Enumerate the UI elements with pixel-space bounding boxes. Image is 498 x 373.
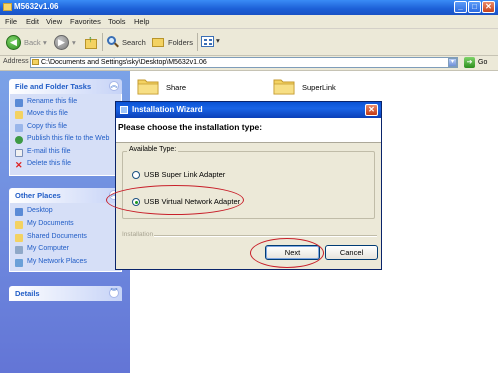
folder-label: Share bbox=[166, 83, 187, 92]
folder-icon bbox=[32, 59, 39, 65]
dialog-titlebar: Installation Wizard ✕ bbox=[116, 102, 381, 118]
go-button[interactable]: Go bbox=[478, 59, 487, 66]
folder-label: SuperLink bbox=[302, 83, 336, 92]
menu-help[interactable]: Help bbox=[134, 17, 149, 26]
shared-documents-icon bbox=[15, 234, 23, 242]
details-header[interactable]: Details ︾ bbox=[9, 286, 122, 301]
radio-super-link[interactable] bbox=[132, 171, 140, 179]
collapse-chevron-icon[interactable]: ︽ bbox=[109, 81, 119, 91]
installation-label: Installation bbox=[122, 231, 154, 238]
menubar: File Edit View Favorites Tools Help bbox=[0, 15, 498, 29]
back-label: Back bbox=[24, 38, 41, 47]
forward-arrow-icon: ▶ bbox=[58, 37, 65, 47]
other-places-header[interactable]: Other Places ︽ bbox=[9, 188, 122, 203]
rename-icon bbox=[15, 99, 23, 107]
folder-icon bbox=[137, 79, 159, 95]
file-folder-tasks-header[interactable]: File and Folder Tasks ︽ bbox=[9, 79, 122, 94]
annotation-ellipse-next bbox=[250, 238, 324, 268]
other-places-title: Other Places bbox=[15, 191, 61, 200]
email-icon bbox=[15, 149, 23, 157]
address-dropdown-icon[interactable]: ▾ bbox=[448, 58, 457, 67]
annotation-ellipse-option bbox=[106, 185, 244, 215]
folder-superlink[interactable]: SuperLink bbox=[273, 77, 353, 99]
installation-divider bbox=[154, 235, 377, 237]
menu-edit[interactable]: Edit bbox=[26, 17, 39, 26]
search-label: Search bbox=[122, 38, 146, 47]
go-arrow-icon[interactable]: ➔ bbox=[464, 57, 475, 68]
wizard-icon bbox=[120, 106, 128, 114]
back-button[interactable]: ◀ bbox=[6, 35, 21, 50]
close-button[interactable]: ✕ bbox=[482, 1, 495, 13]
my-computer-icon bbox=[15, 246, 23, 254]
folders-button[interactable]: Folders bbox=[151, 34, 195, 50]
folder-icon bbox=[273, 79, 295, 95]
option-super-link-label[interactable]: USB Super Link Adapter bbox=[144, 170, 225, 179]
address-label: Address bbox=[3, 58, 29, 65]
minimize-button[interactable]: _ bbox=[454, 1, 467, 13]
cancel-button[interactable]: Cancel bbox=[325, 245, 378, 260]
publish-icon bbox=[15, 136, 23, 144]
details-title: Details bbox=[15, 289, 40, 298]
maximize-button[interactable]: □ bbox=[468, 1, 481, 13]
folder-icon bbox=[3, 3, 12, 11]
menu-view[interactable]: View bbox=[46, 17, 62, 26]
copy-icon bbox=[15, 124, 23, 132]
toolbar-separator bbox=[197, 33, 198, 51]
up-folder-button[interactable]: ↑ bbox=[84, 34, 98, 50]
dialog-close-button[interactable]: ✕ bbox=[365, 104, 378, 116]
menu-favorites[interactable]: Favorites bbox=[70, 17, 101, 26]
expand-chevron-icon[interactable]: ︾ bbox=[109, 288, 119, 298]
address-value: C:\Documents and Settings\sky\Desktop\M5… bbox=[41, 59, 207, 66]
delete-icon: ✕ bbox=[15, 160, 23, 170]
file-folder-tasks-panel: Rename this file Move this file Copy thi… bbox=[9, 94, 122, 176]
dialog-question: Please choose the installation type: bbox=[118, 122, 263, 132]
desktop-icon bbox=[15, 208, 23, 216]
folders-label: Folders bbox=[168, 38, 194, 47]
menu-tools[interactable]: Tools bbox=[108, 17, 126, 26]
views-icon bbox=[201, 36, 214, 47]
network-places-icon bbox=[15, 259, 23, 267]
folders-icon bbox=[152, 38, 164, 47]
views-button[interactable]: ▾ bbox=[201, 35, 223, 49]
toolbar-separator bbox=[102, 33, 103, 51]
back-dropdown-icon[interactable]: ▾ bbox=[43, 38, 47, 47]
file-folder-tasks-title: File and Folder Tasks bbox=[15, 82, 92, 91]
window-titlebar: M5632v1.06 _ □ ✕ bbox=[0, 0, 498, 15]
search-button[interactable]: Search bbox=[106, 34, 150, 50]
views-dropdown-icon: ▾ bbox=[216, 36, 220, 45]
address-input[interactable]: C:\Documents and Settings\sky\Desktop\M5… bbox=[30, 57, 458, 68]
my-documents-icon bbox=[15, 221, 23, 229]
forward-button[interactable]: ▶ bbox=[54, 35, 69, 50]
other-places-panel: Desktop My Documents Shared Documents My… bbox=[9, 203, 122, 272]
window-title: M5632v1.06 bbox=[14, 2, 59, 11]
move-icon bbox=[15, 111, 23, 119]
available-type-label: Available Type: bbox=[127, 146, 179, 153]
back-arrow-icon: ◀ bbox=[10, 37, 17, 47]
dialog-title: Installation Wizard bbox=[132, 105, 203, 114]
forward-dropdown-icon[interactable]: ▾ bbox=[72, 38, 76, 47]
folder-share[interactable]: Share bbox=[137, 77, 217, 99]
menu-file[interactable]: File bbox=[5, 17, 17, 26]
